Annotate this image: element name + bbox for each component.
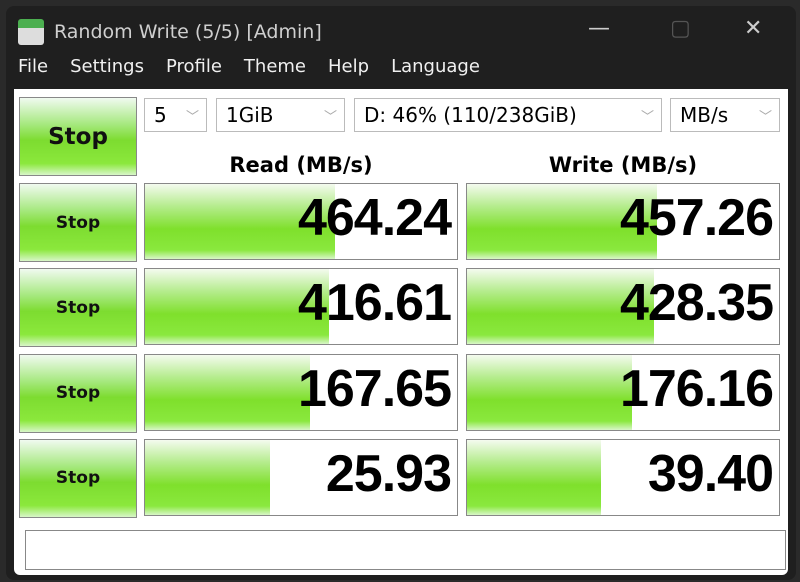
read-value: 167.65	[297, 359, 452, 418]
write-bar	[467, 354, 633, 430]
read-value: 416.61	[297, 274, 452, 333]
read-value: 464.24	[297, 189, 452, 247]
maximize-button[interactable]: ▢	[670, 16, 691, 41]
client-area: Stop 5 ﹀ 1GiB ﹀ D: 46% (110/238GiB) ﹀ MB/s ﹀…	[14, 89, 788, 575]
stop-test-button[interactable]: Stop	[19, 268, 137, 348]
read-result: 167.65	[144, 353, 458, 431]
app-window: Random Write (5/5) [Admin] — ▢ ✕ File Se…	[6, 6, 796, 580]
chevron-down-icon: ﹀	[640, 109, 654, 125]
test-size-select[interactable]: 1GiB ﹀	[216, 98, 345, 132]
minimize-button[interactable]: —	[588, 16, 610, 41]
test-count-value: 5	[154, 103, 167, 127]
write-result: 39.40	[466, 438, 780, 516]
read-header: Read (MB/s)	[229, 153, 373, 177]
stop-test-button[interactable]: Stop	[19, 183, 137, 262]
drive-value: D: 46% (110/238GiB)	[364, 103, 577, 127]
write-value: 457.26	[619, 189, 774, 247]
menu-settings[interactable]: Settings	[70, 56, 144, 77]
write-result: 428.35	[466, 268, 780, 346]
read-result: 25.93	[144, 438, 458, 516]
unit-value: MB/s	[680, 103, 729, 127]
app-icon	[18, 19, 44, 45]
read-value: 25.93	[325, 444, 452, 503]
chevron-down-icon: ﹀	[185, 109, 199, 125]
test-size-value: 1GiB	[226, 103, 274, 127]
window-title: Random Write (5/5) [Admin]	[54, 21, 322, 43]
read-bar	[145, 354, 311, 430]
write-header: Write (MB/s)	[548, 153, 698, 177]
menu-help[interactable]: Help	[328, 56, 369, 77]
menu-bar: File Settings Profile Theme Help Languag…	[18, 56, 480, 77]
chevron-down-icon: ﹀	[323, 109, 337, 125]
write-value: 39.40	[647, 444, 774, 503]
stop-test-button[interactable]: Stop	[19, 353, 137, 433]
write-value: 176.16	[619, 359, 774, 418]
read-result: 416.61	[144, 268, 458, 346]
menu-profile[interactable]: Profile	[166, 56, 222, 77]
write-bar	[467, 439, 602, 515]
menu-theme[interactable]: Theme	[244, 56, 306, 77]
stop-test-button[interactable]: Stop	[19, 438, 137, 518]
write-result: 457.26	[466, 183, 780, 260]
drive-select[interactable]: D: 46% (110/238GiB) ﹀	[354, 98, 662, 132]
status-bar	[25, 530, 786, 570]
close-button[interactable]: ✕	[744, 16, 762, 41]
read-result: 464.24	[144, 183, 458, 260]
read-bar	[145, 439, 270, 515]
unit-select[interactable]: MB/s ﹀	[670, 98, 780, 132]
chevron-down-icon: ﹀	[758, 109, 772, 125]
menu-language[interactable]: Language	[391, 56, 480, 77]
test-count-select[interactable]: 5 ﹀	[144, 98, 207, 132]
menu-file[interactable]: File	[18, 56, 48, 77]
write-result: 176.16	[466, 353, 780, 431]
title-bar: Random Write (5/5) [Admin]	[18, 12, 322, 52]
stop-all-button[interactable]: Stop	[19, 97, 137, 176]
write-value: 428.35	[619, 274, 774, 333]
